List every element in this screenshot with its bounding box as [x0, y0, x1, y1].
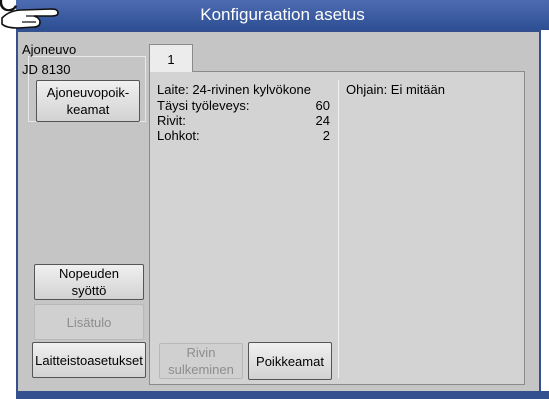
- tab-label: 1: [167, 52, 175, 67]
- vehicle-group-label: Ajoneuvo: [22, 42, 77, 57]
- sections-value: 2: [322, 128, 330, 143]
- offsets-button[interactable]: Poikkeamat: [248, 342, 332, 380]
- controller-line: Ohjain: Ei mitään: [346, 82, 445, 97]
- tab-content-panel: [149, 71, 525, 385]
- tab-1[interactable]: 1: [149, 44, 193, 72]
- vehicle-offsets-button[interactable]: Ajoneuvopoik- keamat: [36, 80, 140, 122]
- window-title: Konfiguraation asetus: [200, 5, 365, 24]
- extra-input-button[interactable]: Lisätulo: [34, 304, 144, 340]
- device-settings-button[interactable]: Laitteistoasetukset: [32, 342, 146, 378]
- column-divider: [338, 80, 339, 378]
- rows-label: Rivit:: [157, 113, 186, 128]
- sections-label: Lohkot:: [157, 128, 200, 143]
- vehicle-name: JD 8130: [22, 62, 71, 77]
- pointing-hand-icon: [1, 8, 59, 29]
- window-titlebar: Konfiguraation asetus: [16, 0, 549, 30]
- full-width-label: Täysi työleveys:: [157, 98, 250, 113]
- window-bottom-border: [16, 391, 549, 399]
- speed-input-button[interactable]: Nopeuden syöttö: [34, 264, 144, 300]
- row-shutoff-button[interactable]: Rivin sulkeminen: [159, 343, 243, 379]
- rows-value: 24: [315, 113, 330, 128]
- full-width-value: 60: [315, 98, 330, 113]
- device-line: Laite: 24-rivinen kylvökone: [157, 82, 311, 97]
